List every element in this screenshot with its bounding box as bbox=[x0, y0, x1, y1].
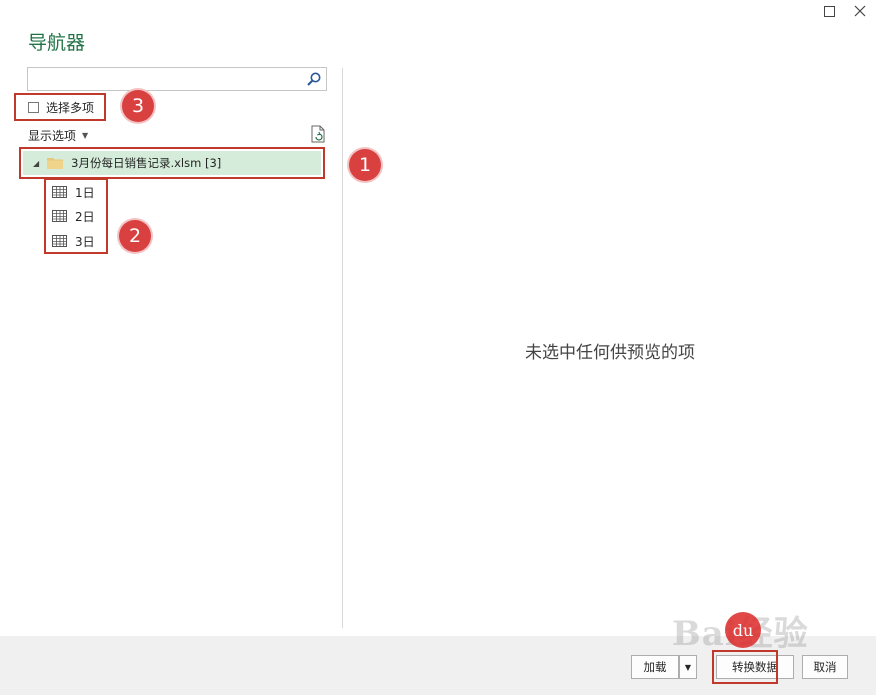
select-multiple-checkbox[interactable] bbox=[28, 101, 39, 113]
search-box[interactable] bbox=[27, 67, 327, 91]
file-name: 3月份每日销售记录.xlsm [3] bbox=[71, 156, 222, 170]
tree-sheet-item[interactable]: 3日 bbox=[52, 232, 95, 250]
select-multiple-label: 选择多项 bbox=[46, 100, 95, 115]
search-input[interactable] bbox=[30, 70, 306, 90]
watermark-logo: du bbox=[725, 612, 761, 648]
select-multiple-option[interactable]: 选择多项 bbox=[14, 93, 106, 121]
callout-badge: 3 bbox=[122, 90, 154, 122]
display-options-label: 显示选项 bbox=[28, 129, 77, 143]
tree-file-node[interactable]: ◢ 3月份每日销售记录.xlsm [3] bbox=[19, 147, 325, 179]
folder-icon bbox=[47, 158, 64, 169]
caret-down-icon: ▼ bbox=[684, 662, 692, 672]
tree-sheet-item[interactable]: 1日 bbox=[52, 183, 95, 201]
maximize-icon[interactable] bbox=[819, 1, 839, 21]
close-icon[interactable] bbox=[850, 1, 870, 21]
pane-divider[interactable] bbox=[342, 68, 343, 628]
refresh-icon[interactable] bbox=[310, 125, 326, 143]
display-options-dropdown[interactable]: 显示选项 ▼ bbox=[28, 127, 88, 144]
table-icon bbox=[52, 210, 67, 222]
sheet-label: 3日 bbox=[75, 234, 95, 249]
callout-badge: 1 bbox=[349, 149, 381, 181]
cancel-button[interactable]: 取消 bbox=[802, 655, 848, 679]
tree-sheet-item[interactable]: 2日 bbox=[52, 207, 95, 225]
highlight-frame bbox=[712, 650, 778, 684]
table-icon bbox=[52, 186, 67, 198]
sheet-label: 1日 bbox=[75, 185, 95, 200]
expand-triangle-icon[interactable]: ◢ bbox=[33, 159, 39, 168]
callout-badge: 2 bbox=[119, 220, 151, 252]
search-icon[interactable] bbox=[306, 71, 322, 87]
caret-down-icon: ▼ bbox=[82, 131, 89, 140]
page-title: 导航器 bbox=[28, 32, 86, 54]
table-icon bbox=[52, 235, 67, 247]
load-dropdown-button[interactable]: ▼ bbox=[679, 655, 697, 679]
load-button[interactable]: 加载 bbox=[631, 655, 679, 679]
preview-message: 未选中任何供预览的项 bbox=[525, 343, 695, 363]
sheet-list: 1日 2日 3日 bbox=[44, 178, 108, 254]
sheet-label: 2日 bbox=[75, 209, 95, 224]
